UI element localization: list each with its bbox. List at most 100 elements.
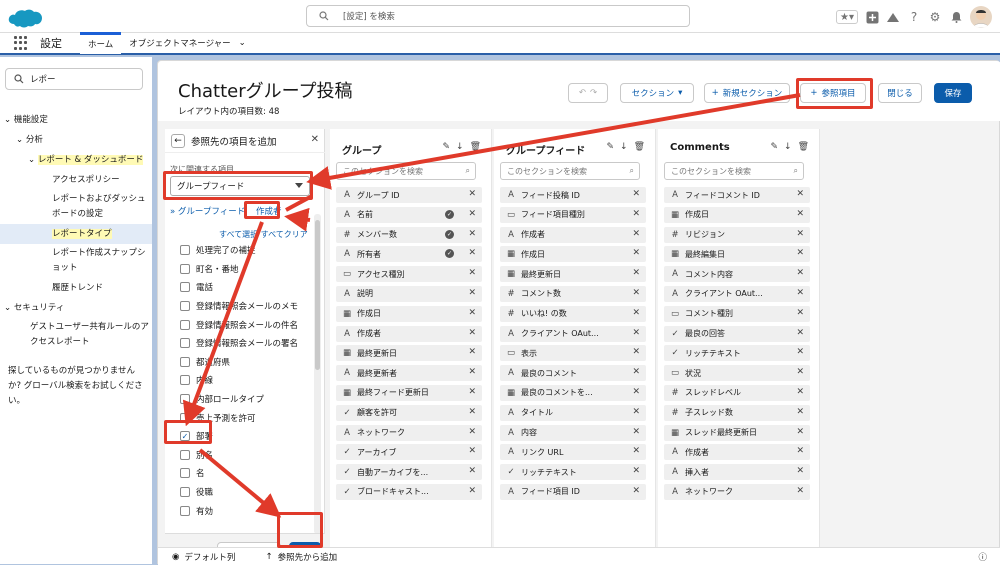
remove-icon[interactable]: ✕ xyxy=(796,308,804,318)
field-pill[interactable]: ▦ 作成日 ✕ xyxy=(336,305,482,322)
scrollbar[interactable] xyxy=(314,214,321,534)
remove-icon[interactable]: ✕ xyxy=(632,367,640,377)
field-pill[interactable]: A フィード項目 ID ✕ xyxy=(500,483,646,500)
remove-icon[interactable]: ✕ xyxy=(796,466,804,476)
arrow-down-icon[interactable]: ↓ xyxy=(620,142,628,152)
pencil-icon[interactable]: ✎ xyxy=(442,142,450,152)
remove-icon[interactable]: ✕ xyxy=(632,268,640,278)
tab-object-manager[interactable]: オブジェクトマネージャー ⌄ xyxy=(121,37,254,49)
avatar[interactable] xyxy=(970,6,992,28)
field-pill[interactable]: A グループ ID ✕ xyxy=(336,187,482,203)
sidebar-item-history-trends[interactable]: 履歴トレンド xyxy=(0,278,152,298)
field-pill[interactable]: ▭ フィード項目種別 ✕ xyxy=(500,206,646,223)
field-pill[interactable]: ▦ 作成日 ✕ xyxy=(500,246,646,263)
remove-icon[interactable]: ✕ xyxy=(796,209,804,219)
global-search-input[interactable]: [設定] を検索 xyxy=(306,5,690,27)
sidebar-item-report-settings[interactable]: レポートおよびダッシュボードの設定 xyxy=(0,190,150,224)
remove-icon[interactable]: ✕ xyxy=(468,446,476,456)
remove-icon[interactable]: ✕ xyxy=(632,209,640,219)
trash-icon[interactable]: 🗑 xyxy=(634,142,645,152)
field-pill[interactable]: # リビジョン ✕ xyxy=(664,226,810,243)
checkbox[interactable] xyxy=(180,375,190,386)
field-pill[interactable]: A フィードコメント ID ✕ xyxy=(664,187,810,203)
field-pill[interactable]: ✓ リッチテキスト ✕ xyxy=(500,464,646,481)
back-arrow-icon[interactable]: ← xyxy=(171,133,185,148)
remove-icon[interactable]: ✕ xyxy=(468,347,476,357)
remove-icon[interactable]: ✕ xyxy=(796,189,804,199)
field-pill[interactable]: A 最良のコメント ✕ xyxy=(500,365,646,382)
chevron-down-icon[interactable]: ⌄ xyxy=(239,38,246,48)
new-section-button[interactable]: + 新規セクション xyxy=(704,83,790,103)
remove-icon[interactable]: ✕ xyxy=(468,407,476,417)
field-pill[interactable]: A 所有者 ✓ ✕ xyxy=(336,246,482,263)
field-checkbox-item[interactable]: 町名・番地 xyxy=(170,260,306,279)
field-checkbox-item[interactable]: 処理完了の補捉 xyxy=(170,241,306,260)
field-pill[interactable]: ▦ 作成日 ✕ xyxy=(664,206,810,223)
field-pill[interactable]: A 作成者 ✕ xyxy=(500,226,646,243)
field-checkbox-item[interactable]: 登録情報照会メールの署名 xyxy=(170,334,306,353)
remove-icon[interactable]: ✕ xyxy=(796,288,804,298)
field-pill[interactable]: A ネットワーク ✕ xyxy=(336,424,482,441)
trash-icon[interactable]: 🗑 xyxy=(470,142,481,152)
field-checkbox-item[interactable]: 別名 xyxy=(170,446,306,465)
remove-icon[interactable]: ✕ xyxy=(468,308,476,318)
field-pill[interactable]: ▦ 最終編集日 ✕ xyxy=(664,246,810,263)
field-pill[interactable]: A 名前 ✓ ✕ xyxy=(336,206,482,223)
remove-icon[interactable]: ✕ xyxy=(632,407,640,417)
help-icon[interactable]: ? xyxy=(907,10,921,24)
field-pill[interactable]: ▦ スレッド最終更新日 ✕ xyxy=(664,424,810,441)
gear-icon[interactable]: ⚙ xyxy=(928,10,942,24)
field-pill[interactable]: A クライアント OAut... ✕ xyxy=(500,325,646,342)
field-pill[interactable]: ▭ コメント種別 ✕ xyxy=(664,305,810,322)
favorites-star-icon[interactable]: ★▾ xyxy=(836,10,858,24)
field-pill[interactable]: A コメント内容 ✕ xyxy=(664,266,810,283)
checkbox[interactable] xyxy=(180,505,190,516)
remove-icon[interactable]: ✕ xyxy=(632,446,640,456)
checkbox[interactable] xyxy=(180,338,190,349)
save-button[interactable]: 保存 xyxy=(934,83,972,103)
field-pill[interactable]: # スレッドレベル ✕ xyxy=(664,384,810,401)
remove-icon[interactable]: ✕ xyxy=(468,486,476,496)
remove-icon[interactable]: ✕ xyxy=(632,347,640,357)
redo-icon[interactable]: ↷ xyxy=(590,88,597,98)
field-checkbox-item[interactable]: 名 xyxy=(170,464,306,483)
checkbox[interactable] xyxy=(180,301,190,312)
field-pill[interactable]: ✓ 最良の回答 ✕ xyxy=(664,325,810,342)
remove-icon[interactable]: ✕ xyxy=(632,486,640,496)
field-pill[interactable]: A 内容 ✕ xyxy=(500,424,646,441)
field-checkbox-item[interactable]: 登録情報照会メールの件名 xyxy=(170,315,306,334)
field-pill[interactable]: A 作成者 ✕ xyxy=(664,444,810,461)
remove-icon[interactable]: ✕ xyxy=(796,486,804,496)
remove-icon[interactable]: ✕ xyxy=(632,387,640,397)
remove-icon[interactable]: ✕ xyxy=(796,268,804,278)
remove-icon[interactable]: ✕ xyxy=(796,427,804,437)
field-pill[interactable]: ▦ 最良のコメントを... ✕ xyxy=(500,384,646,401)
sidebar-item-guest-sharing[interactable]: ゲストユーザー共有ルールのアクセスレポート xyxy=(0,318,150,350)
checkbox[interactable] xyxy=(180,245,190,256)
field-checkbox-item[interactable]: 内部ロールタイプ xyxy=(170,390,306,409)
field-pill[interactable]: A 最終更新者 ✕ xyxy=(336,365,482,382)
field-pill[interactable]: ▭ アクセス種別 ✕ xyxy=(336,266,482,283)
breadcrumb-item[interactable]: グループフィード xyxy=(178,207,245,217)
field-pill[interactable]: A クライアント OAut... ✕ xyxy=(664,285,810,302)
field-pill[interactable]: A フィード投稿 ID ✕ xyxy=(500,187,646,203)
salesforce-logo-icon[interactable] xyxy=(6,5,46,29)
field-pill[interactable]: ✓ アーカイブ ✕ xyxy=(336,444,482,461)
field-checkbox-item[interactable]: 役職 xyxy=(170,483,306,502)
remove-icon[interactable]: ✕ xyxy=(468,466,476,476)
field-pill[interactable]: ▭ 状況 ✕ xyxy=(664,365,810,382)
remove-icon[interactable]: ✕ xyxy=(468,328,476,338)
remove-icon[interactable]: ✕ xyxy=(468,387,476,397)
field-pill[interactable]: ✓ 顧客を許可 ✕ xyxy=(336,404,482,421)
arrow-down-icon[interactable]: ↓ xyxy=(784,142,792,152)
field-checkbox-item[interactable]: 登録情報照会メールのメモ xyxy=(170,297,306,316)
field-pill[interactable]: ▦ 最終更新日 ✕ xyxy=(336,345,482,362)
sidebar-item-report-types[interactable]: レポートタイプ xyxy=(0,224,152,244)
checkbox[interactable] xyxy=(180,394,190,405)
field-pill[interactable]: ▦ 最終フィード更新日 ✕ xyxy=(336,384,482,401)
field-checkbox-item[interactable]: 内線 xyxy=(170,371,306,390)
field-pill[interactable]: A ネットワーク ✕ xyxy=(664,483,810,500)
checkbox[interactable] xyxy=(180,487,190,498)
remove-icon[interactable]: ✕ xyxy=(468,248,476,258)
checkbox[interactable] xyxy=(180,319,190,330)
